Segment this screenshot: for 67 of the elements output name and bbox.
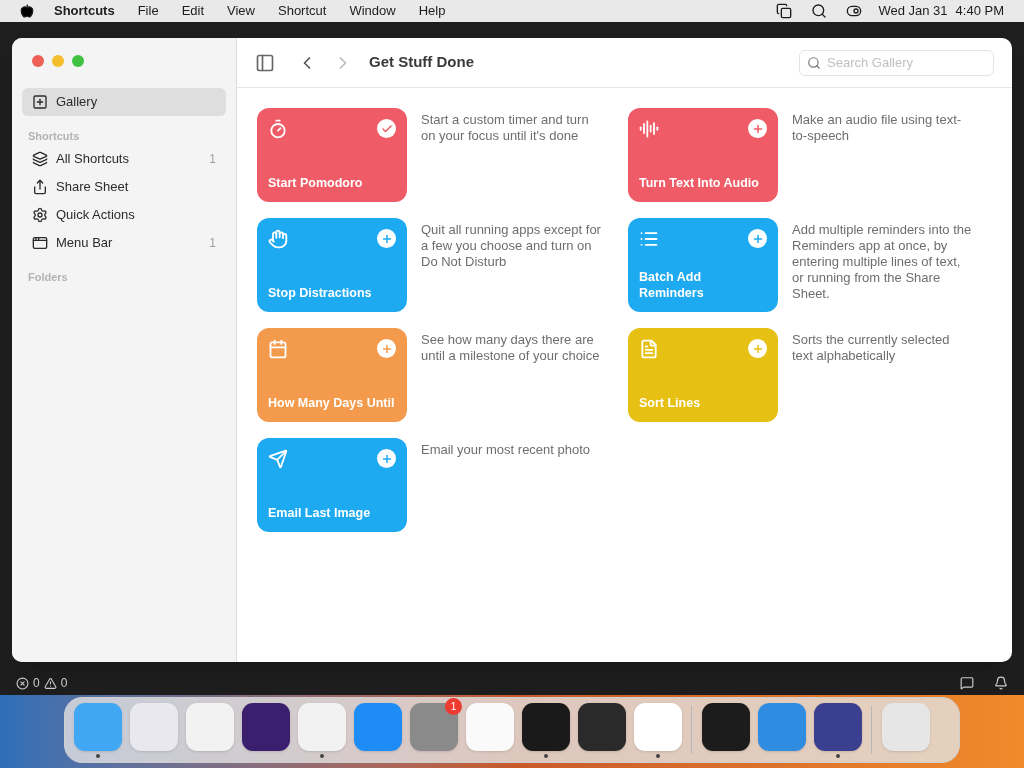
shortcut-name: How Many Days Until <box>268 395 396 411</box>
menu-item[interactable]: Edit <box>181 1 205 21</box>
close-button[interactable] <box>32 55 44 67</box>
app-menu[interactable]: Shortcuts <box>54 1 115 21</box>
shortcut-description: Start a custom timer and turn on your focus until it's done <box>421 111 590 145</box>
search-field[interactable]: Search Gallery <box>799 49 994 76</box>
menu-bar-time[interactable]: 4:40 PM <box>955 1 1004 21</box>
shortcut-name: Turn Text Into Audio <box>639 175 760 191</box>
shortcut-description: Make an audio file using text-to-speech <box>792 111 963 145</box>
window-icon <box>32 234 48 251</box>
settings-icon <box>32 206 48 223</box>
error-icon <box>16 676 29 690</box>
shortcut-icon <box>268 119 288 139</box>
add-icon[interactable] <box>377 449 396 468</box>
shortcut-description: Sorts the currently selected text alphabetically <box>792 331 951 365</box>
page-title: Get Stuff Done <box>369 52 474 73</box>
shortcut-description: Email your most recent photo <box>421 441 592 459</box>
bell-icon[interactable] <box>994 676 1008 690</box>
share-icon <box>32 178 48 195</box>
menu-item[interactable]: Window <box>349 1 396 21</box>
section-title: Shortcuts <box>28 129 81 144</box>
menu-item[interactable]: View <box>227 1 255 21</box>
sidebar-item[interactable]: Gallery <box>22 88 226 116</box>
search-icon[interactable] <box>811 3 828 19</box>
menu-bar-date[interactable]: Wed Jan 31 <box>878 1 948 21</box>
shortcut-name: Email Last Image <box>268 505 372 521</box>
shortcut-icon <box>639 339 659 359</box>
shortcut-icon <box>639 119 659 139</box>
sidebar-item[interactable]: Menu Bar 1 <box>22 228 226 257</box>
sidebar-toggle-icon[interactable] <box>255 52 275 73</box>
shortcut-description: See how many days there are until a milestone of your choice <box>421 331 601 365</box>
menu-item[interactable]: File <box>137 1 159 21</box>
add-icon[interactable] <box>748 119 767 138</box>
menu-item[interactable]: Shortcut <box>278 1 327 21</box>
warning-count[interactable]: 0 <box>60 674 68 692</box>
shortcut-name: Batch Add Reminders <box>639 269 705 301</box>
sidebar-item[interactable]: Quick Actions <box>22 200 226 229</box>
windows-icon[interactable] <box>776 3 793 19</box>
search-icon <box>807 55 821 70</box>
zoom-button[interactable] <box>72 55 84 67</box>
shortcut-description: Quit all running apps except for a few you choose and turn on Do Not Disturb <box>421 221 602 271</box>
apple-icon[interactable] <box>20 4 34 18</box>
shortcut-icon <box>268 339 288 359</box>
stack-icon <box>32 150 48 167</box>
control-center-icon[interactable] <box>846 3 863 19</box>
notification-badge: 1 <box>445 697 462 715</box>
feedback-icon[interactable] <box>960 676 974 690</box>
shortcut-icon <box>268 449 288 469</box>
shortcut-description: Add multiple reminders into the Reminders app at once, by entering multiple lines of text, or running from the Share Sheet. <box>792 221 973 303</box>
minimize-button[interactable] <box>52 55 64 67</box>
shortcut-name: Stop Distractions <box>268 285 373 301</box>
warning-icon <box>43 676 57 690</box>
sidebar-item[interactable]: Share Sheet <box>22 172 226 201</box>
add-icon[interactable] <box>377 339 396 358</box>
shortcut-icon <box>268 229 288 249</box>
add-icon[interactable] <box>748 229 767 248</box>
sidebar-item[interactable]: All Shortcuts 1 <box>22 144 226 173</box>
add-icon[interactable] <box>748 339 767 358</box>
gallery-icon <box>32 94 48 110</box>
added-check-icon[interactable] <box>377 119 396 138</box>
menu-item[interactable]: Help <box>418 1 446 21</box>
shortcut-name: Sort Lines <box>639 395 702 411</box>
shortcut-icon <box>639 229 659 249</box>
section-title: Folders <box>28 269 69 285</box>
error-count[interactable]: 0 <box>33 674 40 692</box>
shortcut-name: Start Pomodoro <box>268 175 364 191</box>
add-icon[interactable] <box>377 229 396 248</box>
